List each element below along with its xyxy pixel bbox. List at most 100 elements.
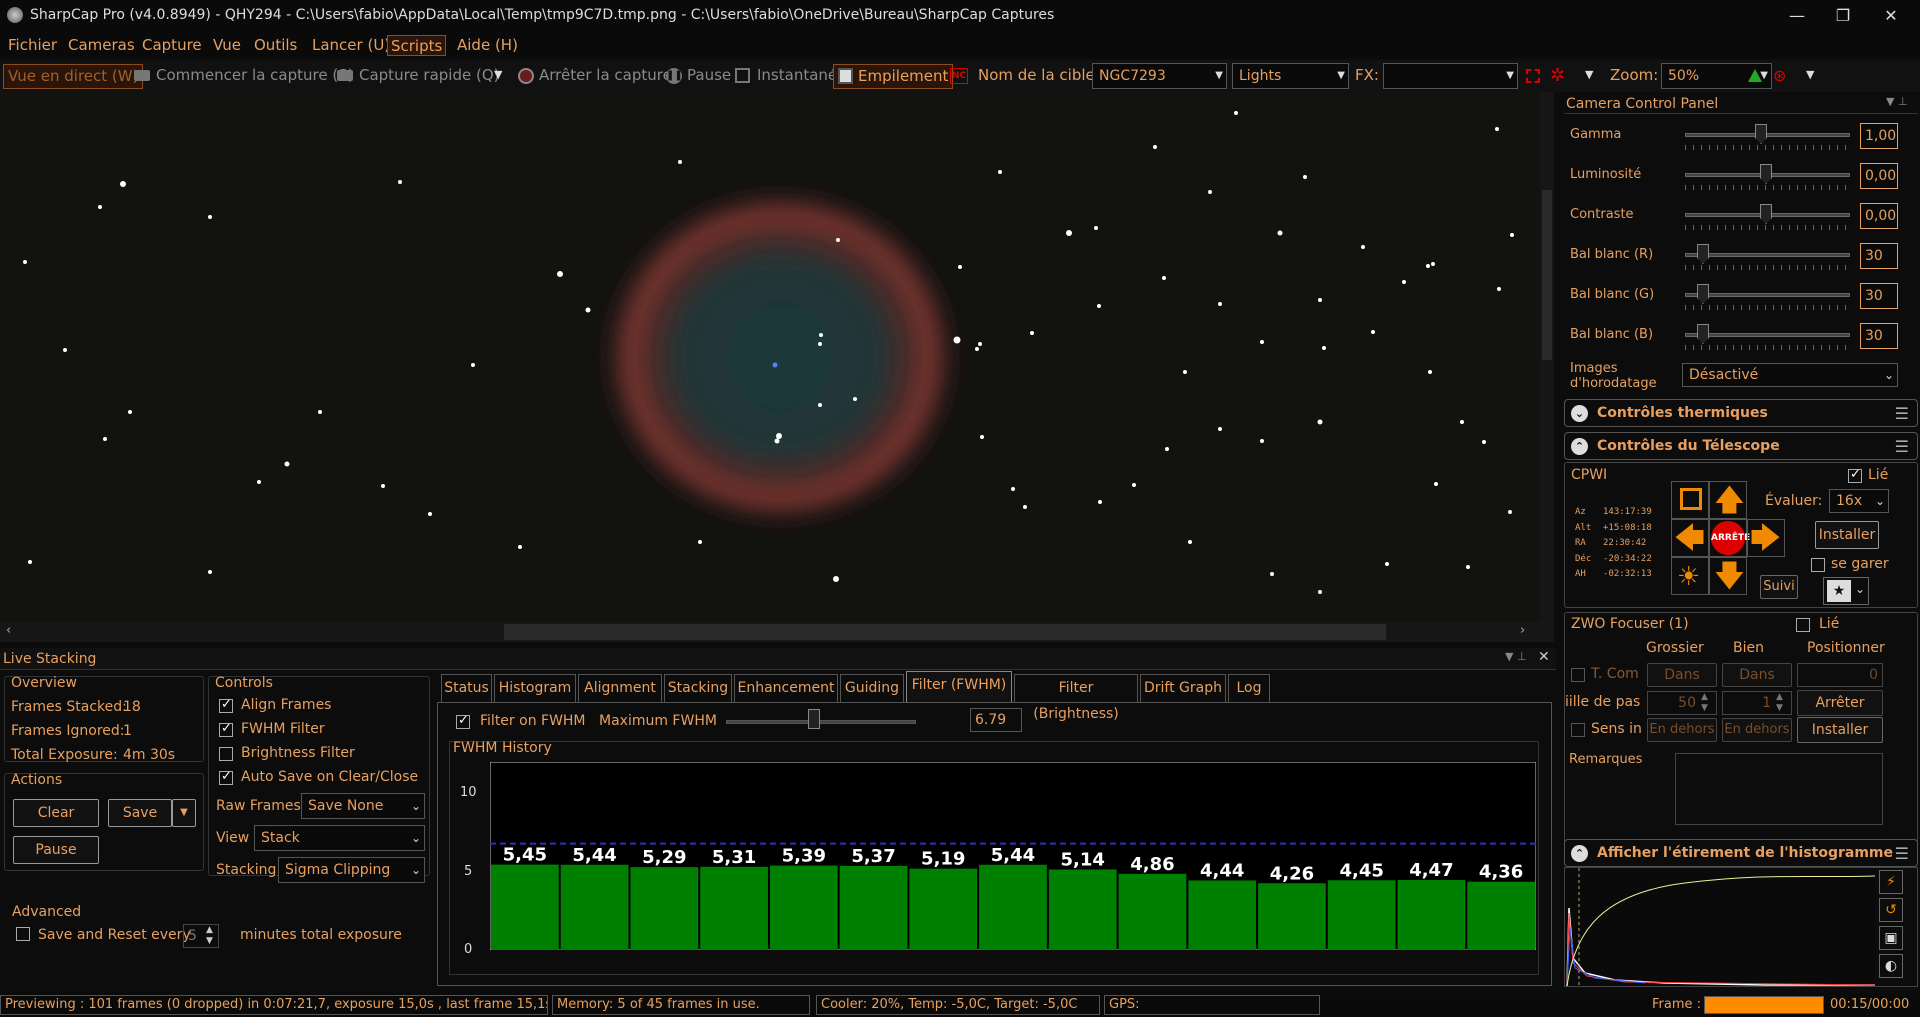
frame-type-combo[interactable]: Lights ▼ (1232, 63, 1349, 89)
timestamp-combo[interactable]: Désactivé ⌄ (1682, 363, 1898, 387)
tab-filter-brightness[interactable]: Filter (Brightness) (1014, 674, 1138, 722)
vertical-scrollbar[interactable] (1540, 92, 1554, 642)
wb-green-value[interactable]: 30 (1860, 283, 1898, 309)
tab-guiding[interactable]: Guiding (840, 674, 904, 702)
menu-cameras[interactable]: Cameras (65, 35, 138, 56)
horizontal-scrollbar[interactable]: ‹ › (0, 622, 1540, 642)
contrast-value[interactable]: 0,00 (1860, 203, 1898, 229)
quick-capture-button[interactable]: Capture rapide (Q) (355, 64, 504, 89)
pause-button[interactable]: Pause (683, 64, 735, 89)
auto-save-checkbox[interactable] (219, 769, 233, 785)
select-area-icon[interactable] (1526, 69, 1540, 83)
tab-alignment[interactable]: Alignment (578, 674, 662, 702)
chevron-down-icon[interactable]: ▼ (494, 68, 502, 81)
histogram-stretch-section-header[interactable]: ⌃ Afficher l'étirement de l'histogramme … (1564, 839, 1918, 867)
focuser-stop-button[interactable]: Arrêter (1797, 690, 1883, 716)
live-view-button[interactable]: Vue en direct (W) (3, 64, 144, 89)
restore-button[interactable]: ❐ (1820, 4, 1866, 28)
tab-status[interactable]: Status (441, 674, 492, 702)
mountain-icon[interactable] (1748, 69, 1762, 82)
image-viewer[interactable] (0, 92, 1540, 642)
coarse-in-button[interactable]: Dans (1647, 663, 1717, 687)
coarse-out-button[interactable]: En dehors (1647, 718, 1717, 742)
south-button[interactable]: 🡇 (1709, 557, 1747, 595)
expand-icon[interactable]: ⌄ (1571, 405, 1588, 422)
track-button[interactable]: Suivi (1760, 575, 1798, 599)
pause-stacking-button[interactable]: Pause (13, 836, 99, 864)
menu-scripts[interactable]: Scripts (387, 35, 447, 56)
coarse-step-spinner-icon[interactable]: ▲ ▼ (1701, 692, 1708, 714)
chevron-down-icon[interactable]: ▼ (1585, 68, 1593, 81)
menu-capture[interactable]: Capture (139, 35, 205, 56)
max-fwhm-slider[interactable] (726, 720, 916, 724)
wb-red-value[interactable]: 30 (1860, 243, 1898, 269)
start-capture-button[interactable]: Commencer la capture (S) (152, 64, 358, 89)
save-reset-checkbox[interactable] (16, 927, 30, 941)
save-reset-spinner-icon[interactable]: ▲ ▼ (206, 925, 213, 947)
notes-textarea[interactable] (1675, 753, 1883, 825)
telescope-setup-button[interactable]: Installer (1815, 521, 1879, 549)
collapse-icon[interactable]: ⌃ (1571, 438, 1588, 455)
menu-outils[interactable]: Outils (251, 35, 300, 56)
stop-button[interactable]: ARRÊTE (1709, 519, 1750, 557)
fine-step-spinner-icon[interactable]: ▲ ▼ (1776, 692, 1783, 714)
panel-menu-icon[interactable]: ▼ ⊥ (1505, 650, 1527, 663)
close-icon[interactable]: ✕ (1538, 649, 1550, 665)
max-fwhm-input[interactable]: 6.79 (970, 708, 1022, 732)
menu-fichier[interactable]: Fichier (5, 35, 60, 56)
tab-enhancement[interactable]: Enhancement (734, 674, 838, 702)
stacking-button[interactable]: Empilement (833, 64, 954, 89)
hamburger-icon[interactable]: ☰ (1895, 404, 1909, 423)
tab-filter-fwhm[interactable]: Filter (FWHM) (906, 671, 1012, 702)
save-reset-input[interactable]: 5 (183, 924, 219, 948)
wb-blue-slider-thumb[interactable] (1697, 324, 1709, 344)
fine-out-button[interactable]: En dehors (1722, 718, 1792, 742)
reverse-checkbox[interactable] (1571, 723, 1585, 737)
minimize-button[interactable]: — (1774, 4, 1820, 28)
wb-green-slider-thumb[interactable] (1697, 284, 1709, 304)
telescope-linked-checkbox[interactable] (1848, 467, 1862, 483)
target-name-combo[interactable]: NGC7293 ▼ (1092, 63, 1227, 89)
reset-stretch-button[interactable]: ↺ (1879, 898, 1903, 922)
horizontal-scroll-thumb[interactable] (504, 624, 1386, 640)
telescope-section-header[interactable]: ⌃ Contrôles du Télescope ☰ (1564, 432, 1918, 460)
focuser-linked-checkbox[interactable] (1796, 618, 1810, 632)
scroll-left-icon[interactable]: ‹ (6, 623, 11, 638)
panel-menu-icon[interactable]: ▼ ⊥ (1886, 95, 1908, 108)
goto-button[interactable] (1671, 481, 1709, 519)
wb-blue-value[interactable]: 30 (1860, 323, 1898, 349)
tab-histogram[interactable]: Histogram (494, 674, 576, 702)
max-fwhm-slider-thumb[interactable] (808, 709, 820, 729)
wb-red-slider-thumb[interactable] (1697, 244, 1709, 264)
temp-comp-checkbox[interactable] (1571, 668, 1585, 682)
center-button[interactable]: ☀ (1671, 557, 1709, 595)
align-frames-checkbox[interactable] (219, 697, 233, 713)
focuser-setup-button[interactable]: Installer (1797, 717, 1883, 743)
gamma-slider-thumb[interactable] (1755, 124, 1767, 144)
snapshot-button[interactable]: Instantané (753, 64, 841, 89)
clear-button[interactable]: Clear (13, 799, 99, 827)
save-options-button[interactable]: ▼ (172, 799, 196, 827)
stacking-mode-combo[interactable]: Sigma Clipping ⌄ (278, 857, 425, 883)
fx-combo[interactable]: ▼ (1383, 63, 1518, 89)
tab-drift-graph[interactable]: Drift Graph (1140, 674, 1226, 702)
position-input[interactable]: 0 (1797, 663, 1883, 687)
tab-stacking[interactable]: Stacking (664, 674, 732, 702)
thermal-section-header[interactable]: ⌄ Contrôles thermiques ☰ (1564, 399, 1918, 427)
stop-capture-button[interactable]: Arrêter la capture (535, 64, 676, 89)
park-checkbox[interactable] (1811, 558, 1825, 572)
wb-green-slider[interactable] (1685, 293, 1850, 297)
menu-vue[interactable]: Vue (210, 35, 244, 56)
wb-red-slider[interactable] (1685, 253, 1850, 257)
fwhm-filter-checkbox[interactable] (219, 721, 233, 737)
scroll-right-icon[interactable]: › (1520, 623, 1525, 638)
rate-combo[interactable]: 16x ⌄ (1829, 489, 1889, 513)
crosshair-icon[interactable]: ✲ (1550, 65, 1565, 86)
chevron-down-icon[interactable]: ▼ (1806, 68, 1814, 81)
contrast-slider-thumb[interactable] (1760, 204, 1772, 224)
collapse-icon[interactable]: ⌃ (1571, 845, 1588, 862)
brightness-slider-thumb[interactable] (1760, 164, 1772, 184)
gamma-slider[interactable] (1685, 133, 1850, 137)
filter-on-fwhm-checkbox[interactable] (456, 713, 470, 729)
vertical-scroll-thumb[interactable] (1542, 190, 1552, 360)
